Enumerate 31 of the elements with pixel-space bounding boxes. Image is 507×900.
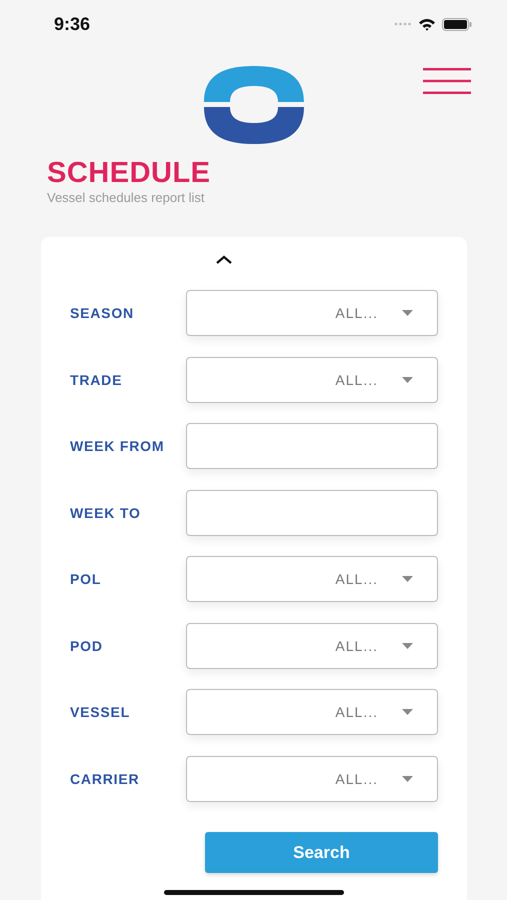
filter-label: VESSEL [70,704,132,720]
filter-label: WEEK FROM [70,438,166,454]
dropdown-field[interactable]: ALL... [186,556,438,602]
filter-label: TRADE [70,372,124,388]
dropdown-caret-icon [402,310,413,316]
status-time: 9:36 [54,14,90,34]
filter-label: WEEK TO [70,504,142,521]
dropdown-field[interactable]: ALL... [186,689,438,736]
menu-icon[interactable] [423,67,471,95]
dropdown-caret-icon [402,709,413,716]
search-button[interactable]: Search [205,832,438,873]
dropdown-caret-icon [402,642,413,649]
page-title: SCHEDULE [47,156,212,190]
dropdown-field[interactable]: ALL... [186,756,438,802]
dropdown-field[interactable]: ALL... [186,356,438,403]
dropdown-caret-icon [402,576,413,582]
dropdown-field[interactable]: ALL... [186,622,438,669]
filter-label: POL [70,571,102,588]
wifi-icon [418,18,436,30]
dropdown-caret-icon [402,776,413,782]
filter-label: SEASON [70,305,135,322]
signal-icon [394,22,412,26]
input-field[interactable] [186,490,438,536]
dropdown-caret-icon [402,376,413,383]
logo-icon [202,65,306,145]
filter-label: CARRIER [70,770,140,787]
filter-label: POD [70,638,104,654]
dropdown-field[interactable]: ALL... [186,290,438,336]
battery-icon [442,18,472,30]
input-field[interactable] [186,423,438,470]
page-subtitle: Vessel schedules report list [47,190,206,205]
